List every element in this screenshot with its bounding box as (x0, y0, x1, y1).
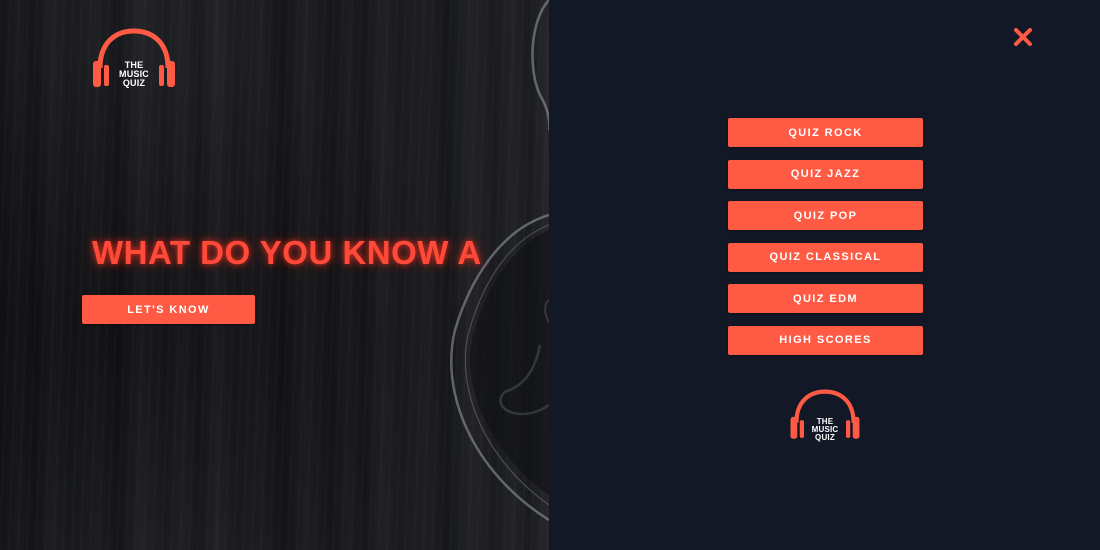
quiz-menu: QUIZ ROCK QUIZ JAZZ QUIZ POP QUIZ CLASSI… (728, 118, 923, 367)
site-logo[interactable]: THE MUSIC QUIZ (90, 28, 178, 92)
quiz-edm-button[interactable]: QUIZ EDM (728, 284, 923, 313)
menu-logo[interactable]: THE MUSIC QUIZ (788, 388, 862, 444)
logo-line-quiz: QUIZ (815, 433, 835, 442)
hero-section: THE MUSIC QUIZ WHAT DO YOU KNOW A LET'S … (0, 0, 549, 550)
quiz-rock-button[interactable]: QUIZ ROCK (728, 118, 923, 147)
logo-line-quiz: QUIZ (122, 78, 146, 88)
quiz-jazz-button[interactable]: QUIZ JAZZ (728, 159, 923, 189)
close-icon (1014, 28, 1032, 46)
high-scores-button[interactable]: HIGH SCORES (728, 325, 923, 355)
quiz-classical-button[interactable]: QUIZ CLASSICAL (728, 242, 923, 272)
lets-know-button[interactable]: LET'S KNOW (82, 295, 255, 324)
quiz-pop-button[interactable]: QUIZ POP (728, 201, 923, 230)
side-menu-panel: QUIZ ROCK QUIZ JAZZ QUIZ POP QUIZ CLASSI… (549, 0, 1100, 550)
guitar-image (450, 0, 549, 522)
hero-title: WHAT DO YOU KNOW A (92, 234, 482, 271)
menu-item-quiz-classical: QUIZ CLASSICAL (728, 242, 923, 272)
menu-item-quiz-edm: QUIZ EDM (728, 284, 923, 313)
close-menu-button[interactable] (1013, 28, 1033, 46)
menu-item-high-scores: HIGH SCORES (728, 325, 923, 355)
logo-text: THE MUSIC QUIZ (90, 61, 178, 88)
menu-item-quiz-rock: QUIZ ROCK (728, 118, 923, 147)
menu-item-quiz-jazz: QUIZ JAZZ (728, 159, 923, 189)
logo-text: THE MUSIC QUIZ (788, 418, 862, 442)
menu-item-quiz-pop: QUIZ POP (728, 201, 923, 230)
